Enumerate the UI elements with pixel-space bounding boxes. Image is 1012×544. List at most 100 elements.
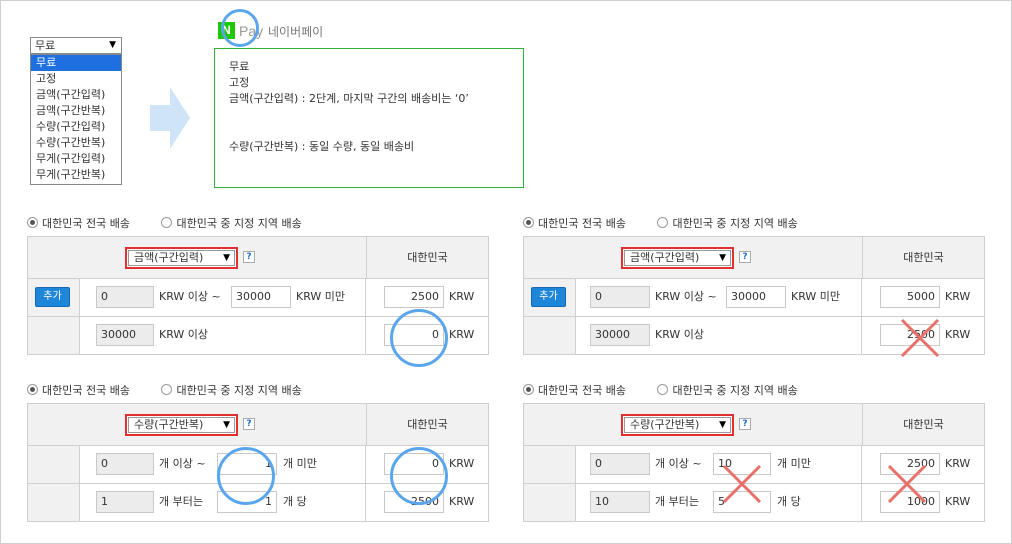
range-text: 개 부터는 bbox=[159, 495, 203, 508]
shipping-panel: 대한민국 전국 배송 대한민국 중 지정 지역 배송 수량(구간반복) ▼ ? 대… bbox=[27, 383, 489, 522]
radio-nationwide-label: 대한민국 전국 배송 bbox=[538, 384, 626, 397]
npay-line: 수량(구간반복) : 동일 수량, 동일 배송비 bbox=[229, 140, 415, 153]
fee-input[interactable]: 2500 bbox=[384, 286, 444, 308]
fee-type-select[interactable]: 금액(구간입력) ▼ bbox=[125, 247, 238, 269]
range-text: 개 이상 ~ bbox=[159, 457, 206, 470]
currency-label: KRW bbox=[449, 457, 475, 470]
fee-input[interactable]: 5000 bbox=[880, 286, 940, 308]
region-radios: 대한민국 전국 배송 대한민국 중 지정 지역 배송 bbox=[27, 383, 489, 403]
table-row: 추가 0 KRW 이상 ~ 30000 KRW 미만 5000 KRW bbox=[524, 279, 984, 317]
row-action-cell bbox=[524, 317, 576, 354]
fee-type-select[interactable]: 수량(구간반복) ▼ bbox=[125, 414, 238, 436]
help-icon[interactable]: ? bbox=[739, 418, 751, 430]
radio-nationwide[interactable] bbox=[27, 217, 38, 228]
column-header-korea: 대한민국 bbox=[862, 404, 984, 445]
radio-nationwide[interactable] bbox=[27, 384, 38, 395]
region-radios: 대한민국 전국 배송 대한민국 중 지정 지역 배송 bbox=[27, 216, 489, 236]
highlight-circle bbox=[217, 447, 275, 505]
fee-type-select[interactable]: 수량(구간반복) ▼ bbox=[621, 414, 734, 436]
radio-nationwide-label: 대한민국 전국 배송 bbox=[42, 217, 130, 230]
chevron-down-icon: ▼ bbox=[719, 253, 726, 263]
row-action-cell bbox=[28, 484, 80, 521]
range-text: 개 부터는 bbox=[655, 495, 699, 508]
range-from-input[interactable]: 0 bbox=[590, 286, 650, 308]
range-text: 개 이상 ~ bbox=[655, 457, 702, 470]
range-from-input[interactable]: 10 bbox=[590, 491, 650, 513]
npay-support-box: 무료 고정 금액(구간입력) : 2단계, 마지막 구간의 배송비는 ‘0’ 수… bbox=[214, 48, 524, 188]
range-from-input[interactable]: 30000 bbox=[590, 324, 650, 346]
add-button[interactable]: 추가 bbox=[35, 287, 70, 307]
fee-type-value: 금액(구간입력) bbox=[134, 251, 204, 264]
chevron-down-icon: ▼ bbox=[719, 420, 726, 430]
npay-line: 무료 bbox=[229, 60, 250, 73]
radio-region[interactable] bbox=[657, 384, 669, 395]
arrow-right-icon bbox=[150, 87, 190, 149]
cross-mark-icon bbox=[900, 318, 940, 358]
radio-nationwide-label: 대한민국 전국 배송 bbox=[538, 217, 626, 230]
option-qty-repeat[interactable]: 수량(구간반복) bbox=[31, 135, 121, 151]
range-text: KRW 이상 ~ bbox=[655, 290, 717, 303]
currency-label: KRW bbox=[945, 290, 971, 303]
shipping-type-select[interactable]: 무료 ▼ bbox=[30, 37, 122, 54]
fee-type-value: 금액(구간입력) bbox=[630, 251, 700, 264]
range-from-input[interactable]: 0 bbox=[590, 453, 650, 475]
shipping-panel: 대한민국 전국 배송 대한민국 중 지정 지역 배송 금액(구간입력) ▼ ? 대… bbox=[27, 216, 489, 355]
radio-nationwide[interactable] bbox=[523, 384, 534, 395]
option-weight-repeat[interactable]: 무게(구간반복) bbox=[31, 167, 121, 183]
help-icon[interactable]: ? bbox=[243, 418, 255, 430]
row-action-cell bbox=[28, 446, 80, 483]
option-amount-range[interactable]: 금액(구간입력) bbox=[31, 87, 121, 103]
column-header-korea: 대한민국 bbox=[366, 404, 488, 445]
table-header: 수량(구간반복) ▼ ? 대한민국 bbox=[524, 404, 984, 446]
fee-type-value: 수량(구간반복) bbox=[134, 418, 204, 431]
npay-line: 금액(구간입력) : 2단계, 마지막 구간의 배송비는 ‘0’ bbox=[229, 92, 469, 105]
radio-region[interactable] bbox=[161, 217, 173, 228]
currency-label: KRW bbox=[449, 328, 475, 341]
cross-mark-icon bbox=[887, 464, 927, 504]
range-to-input[interactable]: 30000 bbox=[726, 286, 786, 308]
help-icon[interactable]: ? bbox=[243, 251, 255, 263]
table-header: 금액(구간입력) ▼ ? 대한민국 bbox=[524, 237, 984, 279]
chevron-down-icon: ▼ bbox=[223, 420, 230, 430]
highlight-circle bbox=[390, 447, 448, 505]
currency-label: KRW bbox=[945, 328, 971, 341]
option-amount-repeat[interactable]: 금액(구간반복) bbox=[31, 103, 121, 119]
range-from-input[interactable]: 1 bbox=[96, 491, 154, 513]
column-header-korea: 대한민국 bbox=[862, 237, 984, 278]
shipping-type-selected: 무료 bbox=[35, 39, 56, 52]
option-qty-range[interactable]: 수량(구간입력) bbox=[31, 119, 121, 135]
radio-region[interactable] bbox=[657, 217, 669, 228]
range-to-input[interactable]: 30000 bbox=[231, 286, 291, 308]
npay-line bbox=[229, 107, 509, 123]
shipping-type-options: 무료 고정 금액(구간입력) 금액(구간반복) 수량(구간입력) 수량(구간반복… bbox=[30, 54, 122, 185]
radio-nationwide[interactable] bbox=[523, 217, 534, 228]
npay-line: 고정 bbox=[229, 76, 250, 89]
option-free[interactable]: 무료 bbox=[31, 55, 121, 71]
help-icon[interactable]: ? bbox=[739, 251, 751, 263]
add-button[interactable]: 추가 bbox=[531, 287, 566, 307]
range-from-input[interactable]: 30000 bbox=[96, 324, 154, 346]
option-fixed[interactable]: 고정 bbox=[31, 71, 121, 87]
radio-nationwide-label: 대한민국 전국 배송 bbox=[42, 384, 130, 397]
range-from-input[interactable]: 0 bbox=[96, 453, 154, 475]
row-action-cell bbox=[524, 484, 576, 521]
row-action-cell: 추가 bbox=[524, 279, 576, 316]
fee-type-select[interactable]: 금액(구간입력) ▼ bbox=[621, 247, 734, 269]
highlight-circle bbox=[390, 309, 448, 367]
highlight-circle bbox=[221, 9, 259, 47]
radio-region-label: 대한민국 중 지정 지역 배송 bbox=[176, 217, 302, 230]
radio-region[interactable] bbox=[161, 384, 173, 395]
option-weight-range[interactable]: 무게(구간입력) bbox=[31, 151, 121, 167]
currency-label: KRW bbox=[945, 457, 971, 470]
cross-mark-icon bbox=[722, 464, 762, 504]
range-text: KRW 미만 bbox=[296, 290, 346, 303]
row-action-cell bbox=[28, 317, 80, 354]
table-header: 금액(구간입력) ▼ ? 대한민국 bbox=[28, 237, 488, 279]
range-from-input[interactable]: 0 bbox=[96, 286, 154, 308]
currency-label: KRW bbox=[945, 495, 971, 508]
shipping-panel: 대한민국 전국 배송 대한민국 중 지정 지역 배송 금액(구간입력) ▼ ? 대… bbox=[523, 216, 985, 355]
shipping-panel: 대한민국 전국 배송 대한민국 중 지정 지역 배송 수량(구간반복) ▼ ? 대… bbox=[523, 383, 985, 522]
table-header: 수량(구간반복) ▼ ? 대한민국 bbox=[28, 404, 488, 446]
row-action-cell: 추가 bbox=[28, 279, 80, 316]
radio-region-label: 대한민국 중 지정 지역 배송 bbox=[672, 217, 798, 230]
